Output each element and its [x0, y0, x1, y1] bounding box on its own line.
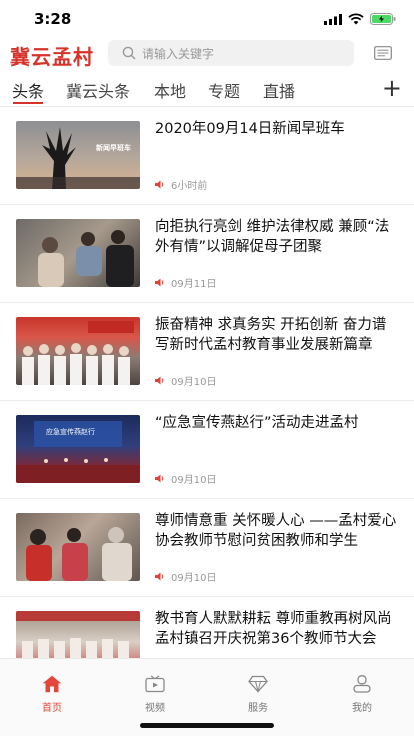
news-thumbnail: 应急宣传燕赵行	[16, 415, 140, 483]
news-title: 2020年09月14日新闻早班车	[155, 121, 345, 137]
app-logo: 冀云孟村	[10, 45, 94, 69]
news-title: 教书育人默默耕耘 尊师重教再树风尚 孟村镇召开庆祝第36个教师节大会	[155, 611, 392, 647]
news-item[interactable]: 新闻早班车 2020年09月14日新闻早班车 6小时前	[0, 107, 414, 205]
status-bar: 3:28	[0, 0, 414, 38]
speaker-icon	[155, 376, 164, 385]
status-icons	[324, 13, 396, 25]
news-time: 09月10日	[171, 573, 217, 584]
app-header: 冀云孟村 请输入关键字	[0, 38, 414, 72]
news-meta: 09月10日	[155, 471, 216, 486]
user-icon	[353, 675, 371, 693]
message-icon[interactable]	[374, 46, 392, 60]
news-item[interactable]: 教书育人默默耕耘 尊师重教再树风尚 孟村镇召开庆祝第36个教师节大会	[0, 597, 414, 658]
news-meta: 09月11日	[155, 275, 216, 290]
tab-topics[interactable]: 专题	[208, 78, 240, 102]
diamond-icon	[248, 675, 268, 693]
news-item[interactable]: 应急宣传燕赵行 “应急宣传燕赵行”活动走进孟村 09月10日	[0, 401, 414, 499]
speaker-icon	[155, 278, 164, 287]
speaker-icon	[155, 180, 164, 189]
category-tabs: 头条 冀云头条 本地 专题 直播 +	[0, 74, 414, 106]
nav-profile[interactable]: 我的	[332, 675, 392, 714]
news-thumbnail	[16, 513, 140, 581]
thumbnail-caption: 新闻早班车	[96, 144, 131, 152]
news-title: 尊师情意重 关怀暖人心 ——孟村爱心协会教师节慰问贫困教师和学生	[155, 513, 397, 549]
stage-photo	[16, 421, 140, 483]
news-item[interactable]: 尊师情意重 关怀暖人心 ——孟村爱心协会教师节慰问贫困教师和学生 09月10日	[0, 499, 414, 597]
news-title: 向拒执行亮剑 维护法律权威 兼顾“法外有情”以调解促母子团聚	[155, 219, 390, 255]
tv-icon	[145, 675, 165, 693]
nav-video-label: 视频	[145, 703, 165, 714]
nav-service-label: 服务	[248, 703, 268, 714]
add-tab-icon[interactable]: +	[382, 76, 402, 100]
home-icon	[42, 675, 62, 693]
news-thumbnail	[16, 219, 140, 287]
news-title: 振奋精神 求真务实 开拓创新 奋力谱写新时代孟村教育事业发展新篇章	[155, 317, 387, 353]
news-item[interactable]: 向拒执行亮剑 维护法律权威 兼顾“法外有情”以调解促母子团聚 09月11日	[0, 205, 414, 303]
home-indicator	[140, 723, 274, 728]
tab-jiyun-headline[interactable]: 冀云头条	[66, 78, 130, 102]
news-meta: 6小时前	[155, 177, 207, 192]
news-title: “应急宣传燕赵行”活动走进孟村	[155, 415, 359, 431]
news-time: 6小时前	[171, 181, 208, 192]
people-photo	[38, 230, 134, 287]
battery-icon	[370, 13, 396, 25]
nav-home-label: 首页	[42, 703, 62, 714]
nav-video[interactable]: 视频	[125, 675, 185, 714]
thumbnail-caption: 应急宣传燕赵行	[46, 428, 95, 436]
bottom-tab-bar: 首页 视频 服务 我的	[0, 658, 414, 736]
search-icon	[122, 46, 136, 60]
tab-headline[interactable]: 头条	[12, 78, 44, 102]
news-thumbnail	[16, 611, 140, 658]
status-time: 3:28	[34, 10, 72, 28]
nav-home[interactable]: 首页	[22, 675, 82, 714]
signal-icon	[324, 13, 342, 25]
speaker-icon	[155, 572, 164, 581]
tab-local[interactable]: 本地	[154, 78, 186, 102]
news-thumbnail: 新闻早班车	[16, 121, 140, 189]
wifi-icon	[348, 13, 364, 25]
news-meta: 09月10日	[155, 569, 216, 584]
nav-profile-label: 我的	[352, 703, 372, 714]
news-time: 09月11日	[171, 279, 217, 290]
search-placeholder: 请输入关键字	[142, 46, 215, 61]
search-input[interactable]: 请输入关键字	[108, 40, 354, 66]
people-photo	[26, 527, 132, 581]
nav-service[interactable]: 服务	[228, 675, 288, 714]
news-time: 09月10日	[171, 377, 217, 388]
news-item[interactable]: 振奋精神 求真务实 开拓创新 奋力谱写新时代孟村教育事业发展新篇章 09月10日	[0, 303, 414, 401]
news-time: 09月10日	[171, 475, 217, 486]
tab-live[interactable]: 直播	[263, 78, 295, 102]
news-meta: 09月10日	[155, 373, 216, 388]
sculpture-silhouette	[16, 127, 140, 189]
news-feed[interactable]: 新闻早班车 2020年09月14日新闻早班车 6小时前 向拒执行亮剑 维护法律权…	[0, 107, 414, 658]
speaker-icon	[155, 474, 164, 483]
news-thumbnail	[16, 317, 140, 385]
group-photo	[16, 611, 140, 658]
active-tab-indicator	[13, 102, 43, 104]
ceremony-photo	[22, 321, 134, 385]
